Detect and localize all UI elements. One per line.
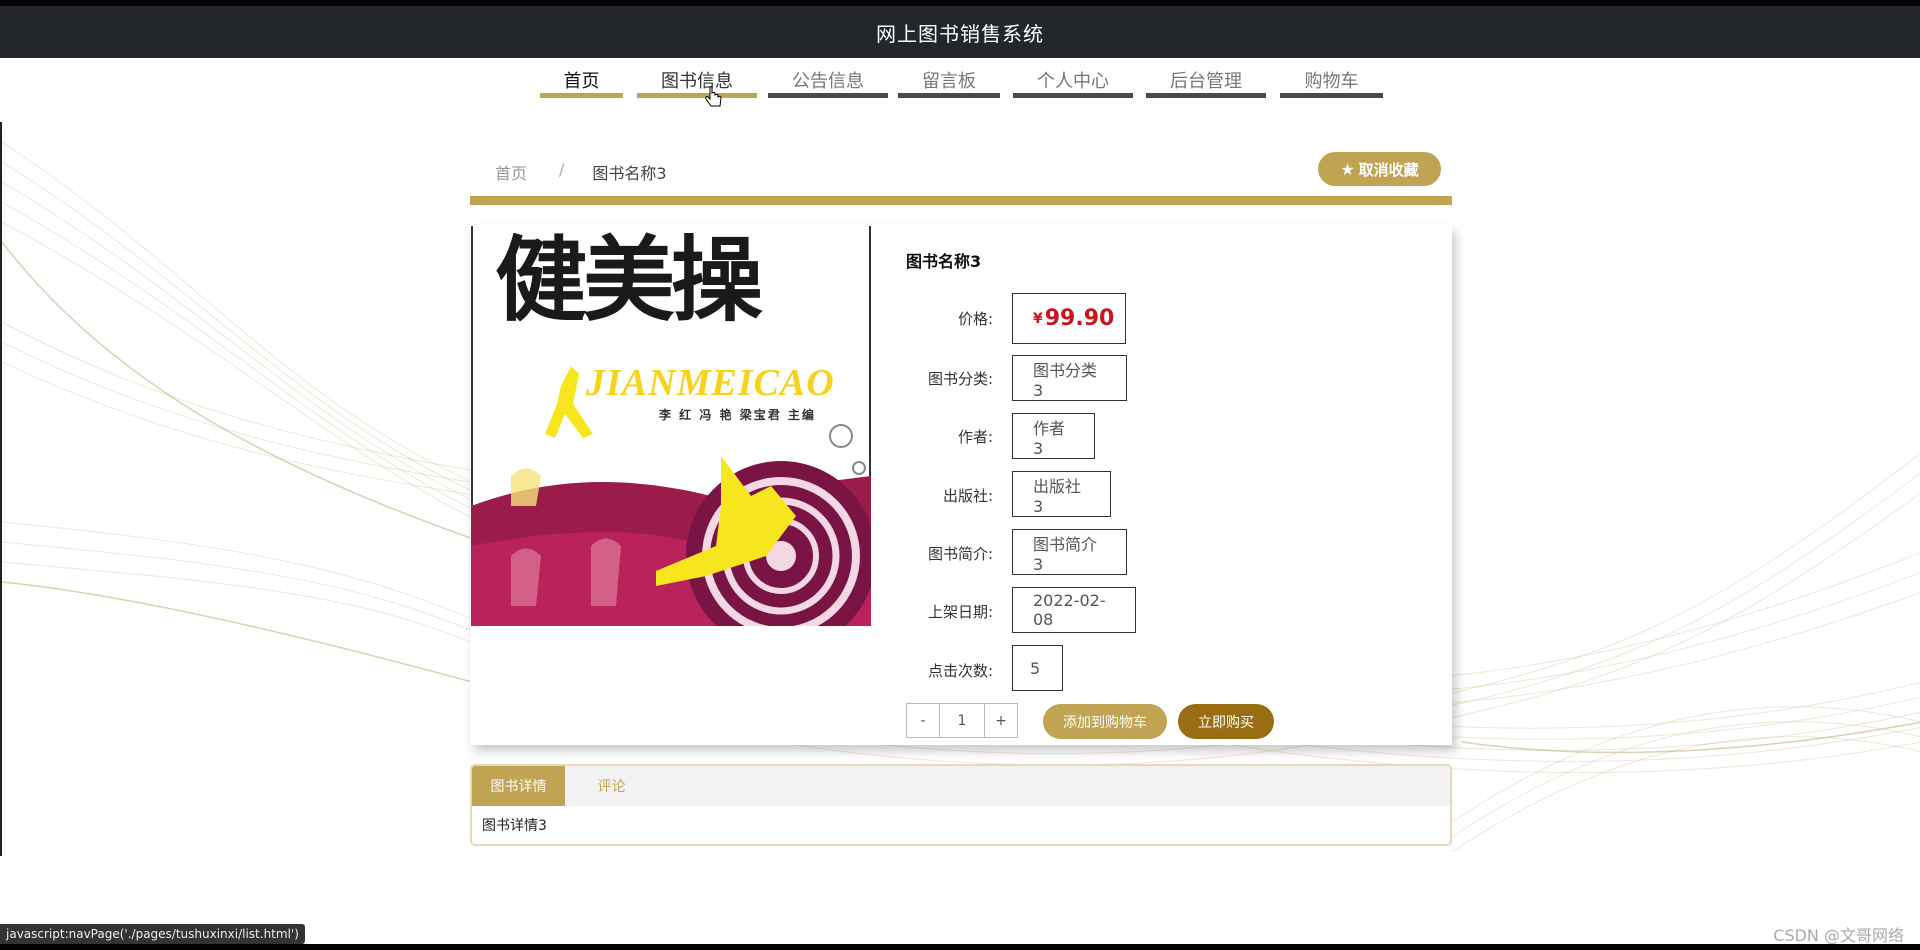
book-name: 图书名称3 [906, 252, 982, 271]
quantity-decrease-button[interactable]: - [907, 704, 939, 737]
breadcrumb-current: 图书名称3 [592, 164, 667, 183]
quantity-increase-button[interactable]: + [985, 704, 1017, 737]
author-label: 作者: [957, 428, 993, 446]
tab-content: 图书详情3 [482, 818, 547, 834]
site-header: 网上图书销售系统 [0, 0, 1920, 58]
category-value: 图书分类3 [1012, 355, 1127, 401]
nav-item-admin[interactable]: 后台管理 [1146, 70, 1266, 98]
nav-item-book-info[interactable]: 图书信息 [637, 70, 757, 98]
author-value: 作者3 [1012, 413, 1095, 459]
click-count-value: 5 [1012, 645, 1063, 691]
divider [470, 196, 1452, 205]
nav-item-home[interactable]: 首页 [540, 70, 623, 98]
nav-item-personal-center[interactable]: 个人中心 [1013, 70, 1133, 98]
browser-status-bar: javascript:navPage('./pages/tushuxinxi/l… [0, 924, 305, 944]
summary-value: 图书简介3 [1012, 529, 1127, 575]
click-count-label: 点击次数: [927, 662, 993, 680]
tab-comments[interactable]: 评论 [565, 766, 658, 806]
unfavorite-label: 取消收藏 [1358, 160, 1419, 179]
price-label: 价格: [957, 310, 993, 328]
nav-item-announcements[interactable]: 公告信息 [768, 70, 888, 98]
tab-bar: 图书详情 评论 [472, 766, 1450, 806]
star-icon: ★ [1340, 159, 1355, 179]
detail-tabs: 图书详情 评论 图书详情3 [470, 764, 1452, 846]
nav-item-message-board[interactable]: 留言板 [898, 70, 1000, 98]
quantity-input[interactable]: 1 [939, 704, 985, 737]
listing-date-value: 2022-02-08 [1012, 587, 1136, 633]
cover-authors: 李 红 冯 艳 梁宝君 主编 [659, 408, 816, 422]
watermark: CSDN @文哥网络 [1773, 926, 1904, 945]
category-label: 图书分类: [927, 370, 993, 388]
summary-label: 图书简介: [927, 545, 993, 563]
buy-now-button[interactable]: 立即购买 [1178, 704, 1274, 739]
price-amount: 99.90 [1044, 306, 1115, 331]
book-cover-image: 健美操 JIANMEICAO 李 红 冯 艳 梁宝君 主编 [471, 226, 871, 626]
bottom-border [0, 944, 1920, 950]
listing-date-label: 上架日期: [927, 603, 993, 621]
nav-item-cart[interactable]: 购物车 [1280, 70, 1383, 98]
currency-symbol: ¥ [1033, 310, 1043, 327]
publisher-value: 出版社3 [1012, 471, 1111, 517]
site-title: 网上图书销售系统 [876, 21, 1044, 46]
hand-cursor-icon [705, 86, 722, 107]
unfavorite-button[interactable]: ★ 取消收藏 [1318, 152, 1441, 186]
cover-pinyin: JIANMEICAO [586, 362, 835, 404]
quantity-stepper: - 1 + [906, 703, 1018, 738]
breadcrumb: 首页 / 图书名称3 [495, 160, 667, 184]
cover-title: 健美操 [495, 226, 763, 334]
breadcrumb-home[interactable]: 首页 [495, 160, 527, 184]
main-nav: 首页 图书信息 公告信息 留言板 个人中心 后台管理 购物车 [0, 70, 1920, 107]
publisher-label: 出版社: [942, 487, 993, 505]
price-value: ¥ 99.90 [1012, 293, 1126, 344]
breadcrumb-separator: / [559, 160, 565, 179]
tab-book-details[interactable]: 图书详情 [472, 766, 565, 806]
add-to-cart-button[interactable]: 添加到购物车 [1043, 704, 1167, 739]
